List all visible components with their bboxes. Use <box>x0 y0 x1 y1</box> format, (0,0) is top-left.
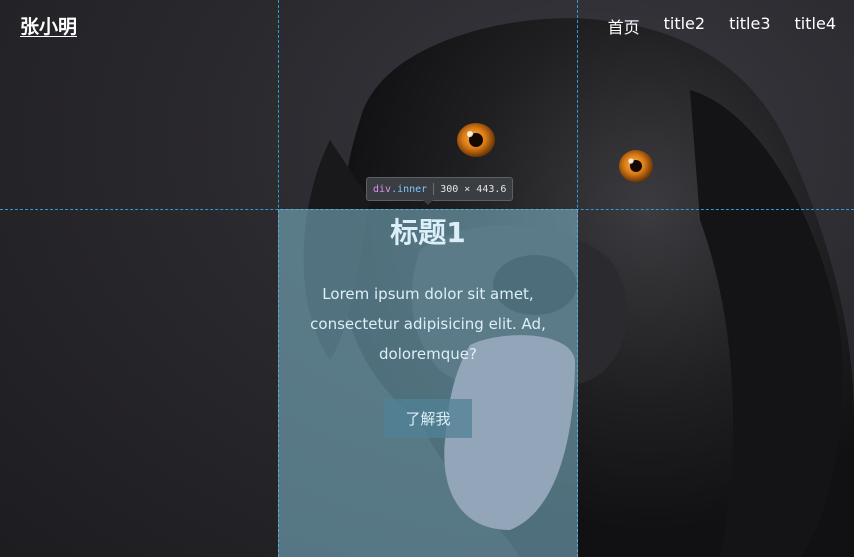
tooltip-tag: div <box>373 183 392 195</box>
tooltip-class: .inner <box>391 183 428 195</box>
site-header: 张小明 首页 title2 title3 title4 <box>0 0 854 52</box>
devtools-tooltip: div .inner 300 × 443.6 <box>366 177 514 205</box>
main-nav: 首页 title2 title3 title4 <box>608 14 836 38</box>
tooltip-size: 300 × 443.6 <box>440 183 507 195</box>
panel-title: 标题1 <box>390 216 466 249</box>
inner-panel: 标题1 Lorem ipsum dolor sit amet, consecte… <box>278 209 578 557</box>
nav-item-title4[interactable]: title4 <box>795 14 836 38</box>
site-logo[interactable]: 张小明 <box>20 12 77 39</box>
learn-more-button[interactable]: 了解我 <box>384 399 472 438</box>
panel-text: Lorem ipsum dolor sit amet, consectetur … <box>310 285 546 363</box>
nav-item-title2[interactable]: title2 <box>664 14 705 38</box>
tooltip-divider <box>433 183 435 195</box>
nav-item-title3[interactable]: title3 <box>729 14 770 38</box>
nav-item-home[interactable]: 首页 <box>608 14 640 38</box>
